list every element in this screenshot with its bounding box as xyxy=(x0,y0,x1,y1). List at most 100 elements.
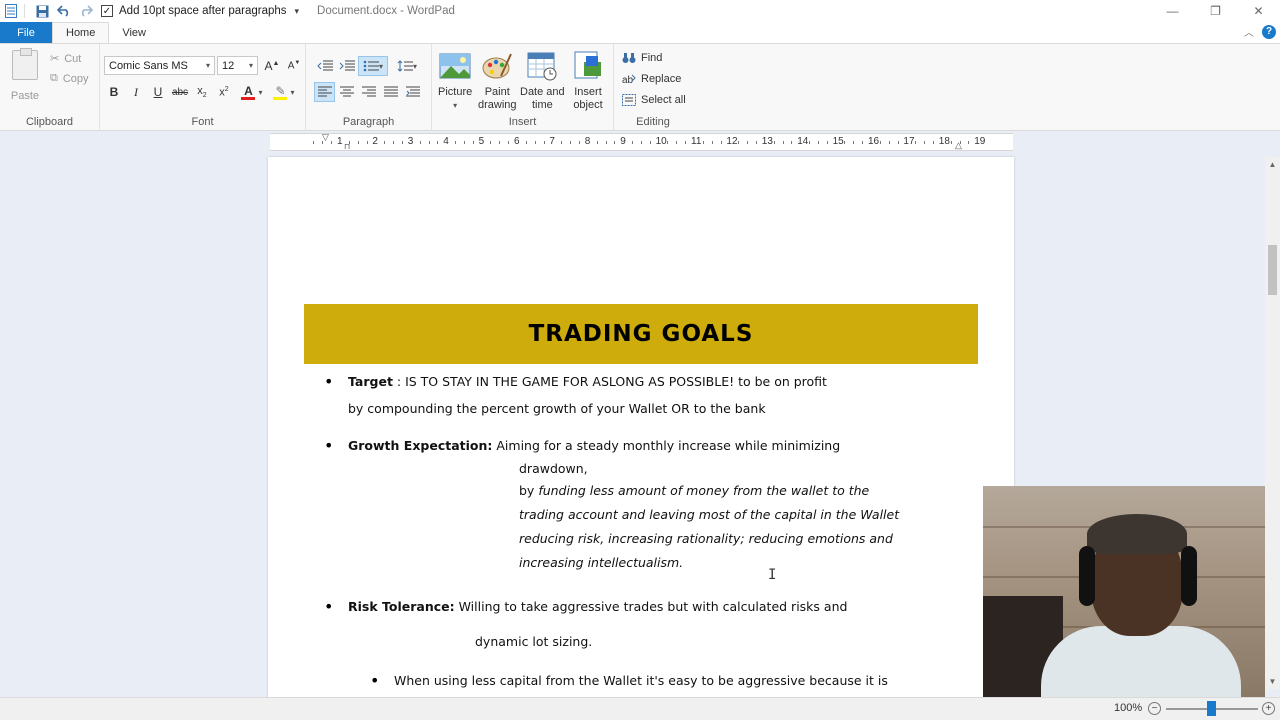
ruler-tick xyxy=(755,141,757,144)
ruler-tick xyxy=(711,141,713,144)
zoom-slider-thumb[interactable] xyxy=(1207,701,1216,716)
insert-picture-button[interactable]: Picture ▾ xyxy=(438,50,472,112)
justify-button[interactable] xyxy=(380,82,401,102)
minimize-button[interactable]: — xyxy=(1151,0,1194,22)
scrollbar-thumb[interactable] xyxy=(1268,245,1277,295)
ruler-tick xyxy=(862,141,864,144)
window-controls: — ❐ ✕ xyxy=(1151,0,1280,22)
risk-line-1[interactable]: Risk Tolerance: Willing to take aggressi… xyxy=(348,599,847,614)
ruler-tick xyxy=(649,141,651,144)
tab-file[interactable]: File xyxy=(0,22,52,43)
growth-line-3[interactable]: by funding less amount of money from the… xyxy=(519,483,869,498)
ruler-tick xyxy=(578,141,580,144)
cut-button[interactable]: ✂ Cut xyxy=(50,52,81,66)
underline-button[interactable]: U xyxy=(148,82,168,102)
align-center-button[interactable] xyxy=(336,82,357,102)
replace-button[interactable]: ab Replace xyxy=(622,73,681,85)
underline-icon: U xyxy=(153,85,163,99)
right-indent-marker[interactable]: △ xyxy=(955,140,962,151)
ruler-tick xyxy=(950,141,952,144)
growth-line-5[interactable]: reducing risk, increasing rationality; r… xyxy=(519,531,893,546)
redo-icon[interactable] xyxy=(79,4,93,18)
risk-label: Risk Tolerance: xyxy=(348,599,455,614)
insert-object-button[interactable]: Insert object xyxy=(572,50,604,112)
date-time-label-2: time xyxy=(531,99,553,111)
align-left-button[interactable] xyxy=(314,82,335,102)
document-page[interactable]: TRADING GOALS • Target : IS TO STAY IN T… xyxy=(268,157,1014,697)
strikethrough-button[interactable]: abc xyxy=(170,82,190,102)
collapse-ribbon-icon[interactable]: ︿ xyxy=(1244,24,1254,39)
growth-line-2[interactable]: drawdown, xyxy=(519,461,588,476)
highlight-color-button[interactable]: ✎ ▾ xyxy=(270,82,298,102)
ruler-number: 11 xyxy=(691,136,702,147)
ruler-tick xyxy=(322,141,324,144)
risk-line-2[interactable]: dynamic lot sizing. xyxy=(475,634,592,649)
ruler-number: 1 xyxy=(337,136,343,147)
subscript-button[interactable]: x2 xyxy=(192,82,212,102)
save-icon[interactable] xyxy=(35,4,49,18)
ruler-tick xyxy=(632,141,634,144)
scroll-down-arrow-icon[interactable]: ▼ xyxy=(1265,674,1280,689)
growth-text-3: funding less amount of money from the wa… xyxy=(538,483,870,498)
scroll-up-arrow-icon[interactable]: ▲ xyxy=(1265,157,1280,172)
chevron-down-icon: ▾ xyxy=(248,61,253,70)
text-color-button[interactable]: A ▾ xyxy=(238,82,266,102)
help-icon[interactable]: ? xyxy=(1262,24,1276,39)
zoom-out-icon[interactable]: − xyxy=(1148,702,1161,715)
line-spacing-button[interactable]: ▾ xyxy=(394,56,420,76)
bold-button[interactable]: B xyxy=(104,82,124,102)
paint-drawing-button[interactable]: Paint drawing xyxy=(478,50,517,112)
undo-icon[interactable] xyxy=(57,4,71,18)
growth-line-1[interactable]: Growth Expectation: Aiming for a steady … xyxy=(348,438,840,453)
risk-text-1: Willing to take aggressive trades but wi… xyxy=(454,599,848,614)
ruler-tick xyxy=(879,141,881,144)
vertical-scrollbar[interactable]: ▲ ▼ xyxy=(1265,157,1280,689)
italic-button[interactable]: I xyxy=(126,82,146,102)
paragraph-settings-button[interactable] xyxy=(402,82,423,102)
find-label: Find xyxy=(641,52,663,64)
tab-view[interactable]: View xyxy=(109,22,159,43)
close-button[interactable]: ✕ xyxy=(1237,0,1280,22)
decrease-indent-button[interactable] xyxy=(314,56,335,76)
subscript-icon: x2 xyxy=(197,84,207,100)
font-family-select[interactable]: Comic Sans MS ▾ xyxy=(104,56,215,75)
zoom-in-icon[interactable]: + xyxy=(1262,702,1275,715)
bullet-list-button[interactable]: ▾ xyxy=(358,56,388,76)
align-right-button[interactable] xyxy=(358,82,379,102)
superscript-icon: x2 xyxy=(219,85,229,99)
growth-line-6[interactable]: increasing intellectualism. xyxy=(519,555,683,570)
font-size-select[interactable]: 12 ▾ xyxy=(217,56,258,75)
date-and-time-button[interactable]: Date and time xyxy=(520,50,565,112)
font-family-value: Comic Sans MS xyxy=(109,59,188,72)
find-button[interactable]: Find xyxy=(622,52,662,64)
increase-indent-button[interactable] xyxy=(336,56,357,76)
tab-home[interactable]: Home xyxy=(52,22,110,43)
select-all-button[interactable]: Select all xyxy=(622,94,686,106)
target-line-2[interactable]: by compounding the percent growth of you… xyxy=(348,401,766,416)
superscript-button[interactable]: x2 xyxy=(214,82,234,102)
clipboard-group-label: Clipboard xyxy=(25,116,74,128)
ruler-tick xyxy=(959,141,961,144)
shrink-font-button[interactable]: A▼ xyxy=(284,56,304,76)
customize-quick-access-dropdown-icon[interactable]: ▾ xyxy=(295,6,300,17)
copy-button[interactable]: ⧉ Copy xyxy=(50,72,89,85)
space-after-paragraphs-checkbox[interactable]: ✓ xyxy=(101,5,113,17)
ruler-tick xyxy=(463,141,465,144)
restore-button[interactable]: ❐ xyxy=(1194,0,1237,22)
ruler-tick xyxy=(614,141,616,144)
growth-line-4[interactable]: trading account and leaving most of the … xyxy=(519,507,899,522)
binoculars-icon xyxy=(622,53,636,63)
paste-button[interactable]: Paste xyxy=(10,48,40,104)
target-line-1[interactable]: Target : IS TO STAY IN THE GAME FOR ASLO… xyxy=(348,374,827,389)
grow-font-button[interactable]: A▲ xyxy=(262,56,282,76)
font-size-value: 12 xyxy=(222,59,235,72)
ruler-tick xyxy=(357,141,359,144)
ruler[interactable]: ▽ ⊓ △ 1 2 3 4 5 6 7 8 9 10 11 12 13 14 15 16 17 18 19 xyxy=(270,132,1013,151)
sub-bullet-line[interactable]: When using less capital from the Wallet … xyxy=(394,673,888,688)
webcam-person-shirt xyxy=(1041,626,1241,698)
ruler-tick xyxy=(428,141,430,144)
wordpad-app-icon[interactable] xyxy=(4,4,18,18)
select-all-icon xyxy=(622,94,636,106)
ruler-tick xyxy=(472,141,474,144)
webcam-overlay xyxy=(983,486,1265,698)
